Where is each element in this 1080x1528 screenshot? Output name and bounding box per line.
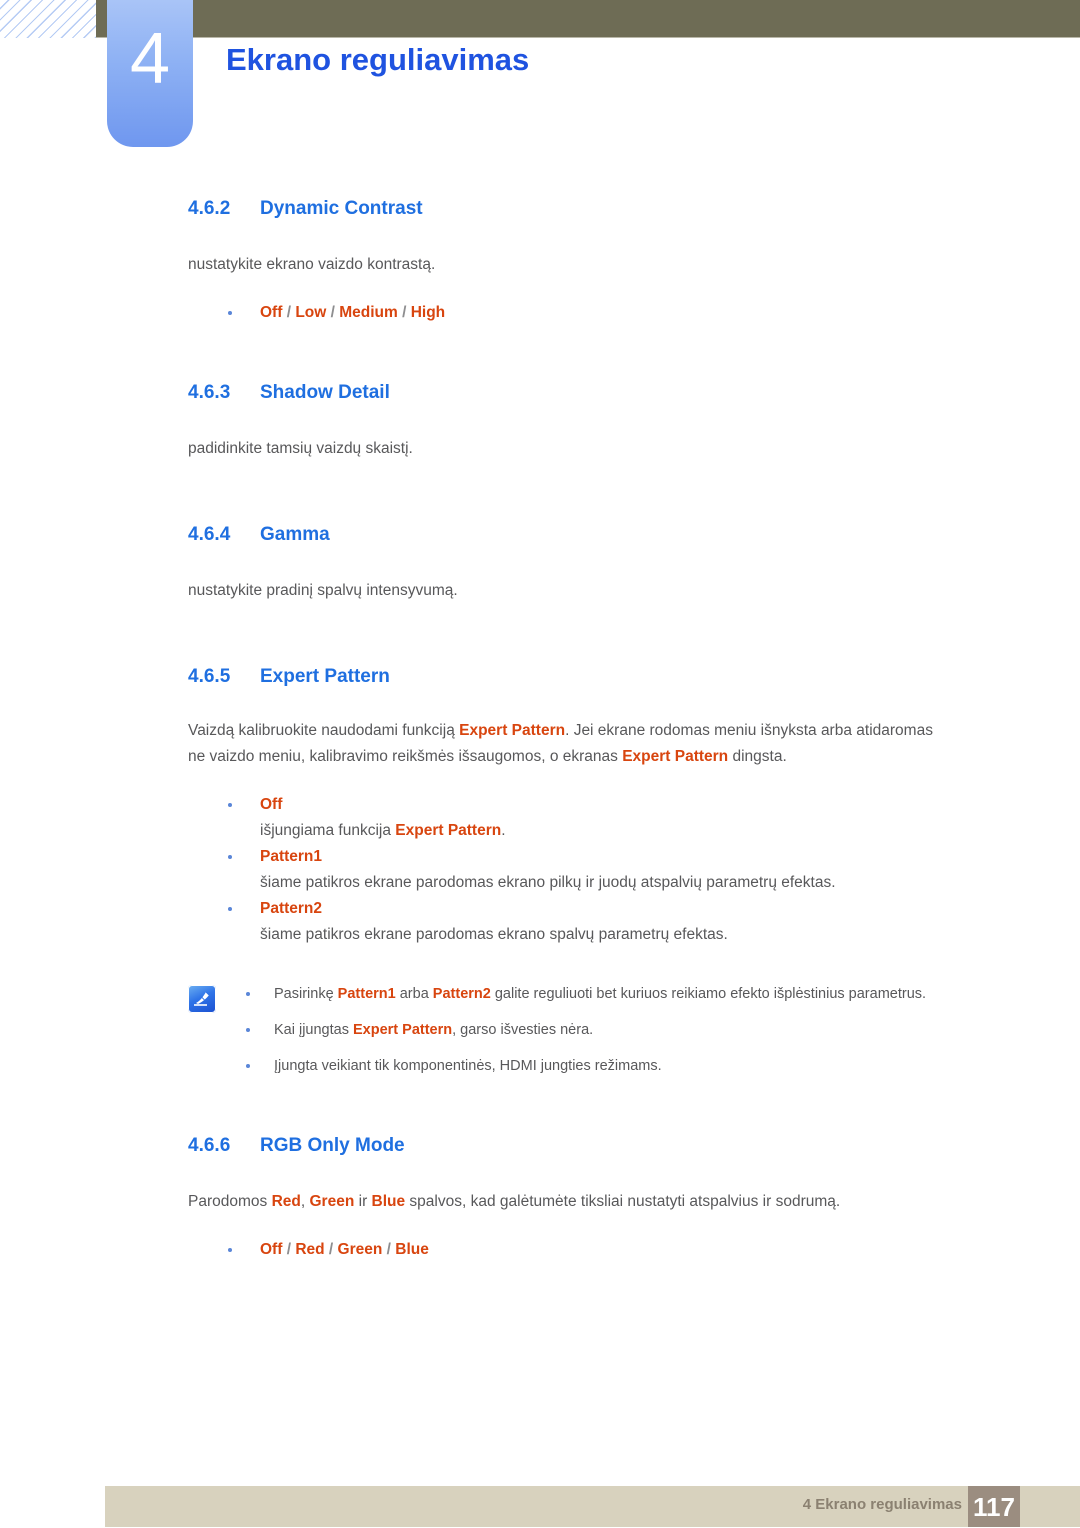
- section-body-4-6-6: Parodomos Red, Green ir Blue spalvos, ka…: [188, 1189, 948, 1215]
- section-heading-4-6-2: 4.6.2 Dynamic Contrast: [188, 196, 948, 222]
- item-pattern2-description: šiame patikros ekrane parodomas ekrano s…: [260, 926, 728, 943]
- item-off: Off: [188, 792, 948, 818]
- keyword-green: Green: [309, 1193, 355, 1210]
- note-block: Pasirinkę Pattern1 arba Pattern2 galite …: [188, 982, 948, 1079]
- option-red: Red: [295, 1241, 325, 1258]
- note-text-part: Pasirinkę: [274, 986, 338, 1002]
- option-separator: /: [282, 1241, 296, 1258]
- section-body-4-6-4: nustatykite pradinį spalvų intensyvumą.: [188, 582, 458, 599]
- item-off-description: išjungiama funkcija Expert Pattern.: [188, 818, 948, 844]
- keyword-expert-pattern: Expert Pattern: [395, 822, 502, 839]
- intro-text-part: dingsta.: [728, 748, 787, 765]
- item-pattern1-description: šiame patikros ekrane parodomas ekrano p…: [260, 874, 836, 891]
- section-heading-4-6-5: 4.6.5 Expert Pattern: [188, 664, 948, 690]
- keyword-expert-pattern: Expert Pattern: [459, 722, 566, 739]
- option-separator: /: [382, 1241, 396, 1258]
- page-content: 4.6.2 Dynamic Contrast nustatykite ekrano…: [188, 196, 948, 1263]
- option-separator: /: [326, 304, 340, 321]
- section-number: 4.6.3: [188, 382, 231, 403]
- item-pattern2: Pattern2: [188, 896, 948, 922]
- section-body-4-6-5: Vaizdą kalibruokite naudodami funkciją E…: [188, 718, 948, 770]
- keyword-pattern2: Pattern2: [432, 986, 491, 1002]
- keyword-red: Red: [271, 1193, 301, 1210]
- option-off: Off: [260, 304, 283, 321]
- section-heading-4-6-6: 4.6.6 RGB Only Mode: [188, 1133, 948, 1159]
- option-medium: Medium: [339, 304, 398, 321]
- option-separator: /: [397, 304, 411, 321]
- keyword-expert-pattern: Expert Pattern: [353, 1022, 453, 1038]
- body-text-part: Parodomos: [188, 1193, 272, 1210]
- options-list-rgb-only-mode: Off / Red / Green / Blue: [188, 1237, 948, 1263]
- option-off: Off: [260, 1241, 283, 1258]
- desc-text-part: išjungiama funkcija: [260, 822, 396, 839]
- body-text-part: spalvos, kad galėtumėte tiksliai nustaty…: [405, 1193, 841, 1210]
- section-body-4-6-3: padidinkite tamsių vaizdų skaistį.: [188, 440, 413, 457]
- intro-text-part: Vaizdą kalibruokite naudodami funkciją: [188, 722, 460, 739]
- option-separator: /: [324, 1241, 338, 1258]
- note-item-3: Įjungta veikiant tik komponentinės, HDMI…: [246, 1054, 948, 1079]
- options-list-dynamic-contrast: Off / Low / Medium / High: [188, 300, 948, 326]
- body-text-part: ,: [300, 1193, 310, 1210]
- option-separator: /: [282, 304, 296, 321]
- desc-text-part: .: [501, 822, 506, 839]
- section-number: 4.6.4: [188, 524, 231, 545]
- section-number: 4.6.6: [188, 1135, 231, 1156]
- option-item: Off / Red / Green / Blue: [188, 1237, 948, 1263]
- keyword-pattern1: Pattern1: [337, 986, 396, 1002]
- option-item: Off / Low / Medium / High: [188, 300, 948, 326]
- section-number: 4.6.2: [188, 198, 231, 219]
- expert-pattern-items-list: Off išjungiama funkcija Expert Pattern. …: [188, 792, 948, 948]
- keyword-blue: Blue: [371, 1193, 406, 1210]
- corner-hatch-decoration: [0, 0, 96, 38]
- header-bar: [96, 0, 1080, 38]
- section-title: RGB Only Mode: [260, 1135, 405, 1156]
- item-pattern1: Pattern1: [188, 844, 948, 870]
- note-pencil-icon: [188, 985, 216, 1013]
- section-heading-4-6-3: 4.6.3 Shadow Detail: [188, 380, 948, 406]
- body-text-part: ir: [354, 1193, 372, 1210]
- section-body-4-6-2: nustatykite ekrano vaizdo kontrastą.: [188, 256, 436, 273]
- section-title: Gamma: [260, 524, 330, 545]
- note-items-list: Pasirinkę Pattern1 arba Pattern2 galite …: [246, 982, 948, 1079]
- note-text-part: , garso išvesties nėra.: [452, 1022, 594, 1038]
- option-blue: Blue: [395, 1241, 429, 1258]
- option-green: Green: [337, 1241, 383, 1258]
- chapter-number-badge: 4: [107, 0, 193, 147]
- footer-chapter-label: 4 Ekrano reguliavimas: [802, 1496, 962, 1513]
- section-number: 4.6.5: [188, 666, 231, 687]
- option-high: High: [410, 304, 446, 321]
- section-title: Dynamic Contrast: [260, 198, 423, 219]
- chapter-title: Ekrano reguliavimas: [226, 42, 530, 77]
- note-item-1: Pasirinkę Pattern1 arba Pattern2 galite …: [246, 982, 948, 1007]
- note-text-part: arba: [395, 986, 433, 1002]
- page-number-box: 117: [968, 1486, 1020, 1527]
- note-text-part: Kai įjungtas: [274, 1022, 353, 1038]
- section-title: Shadow Detail: [260, 382, 390, 403]
- section-title: Expert Pattern: [260, 666, 390, 687]
- keyword-expert-pattern: Expert Pattern: [622, 748, 729, 765]
- note-item-2: Kai įjungtas Expert Pattern, garso išves…: [246, 1018, 948, 1043]
- section-heading-4-6-4: 4.6.4 Gamma: [188, 522, 948, 548]
- note-text-part: galite reguliuoti bet kuriuos reikiamo e…: [490, 986, 927, 1002]
- option-low: Low: [295, 304, 327, 321]
